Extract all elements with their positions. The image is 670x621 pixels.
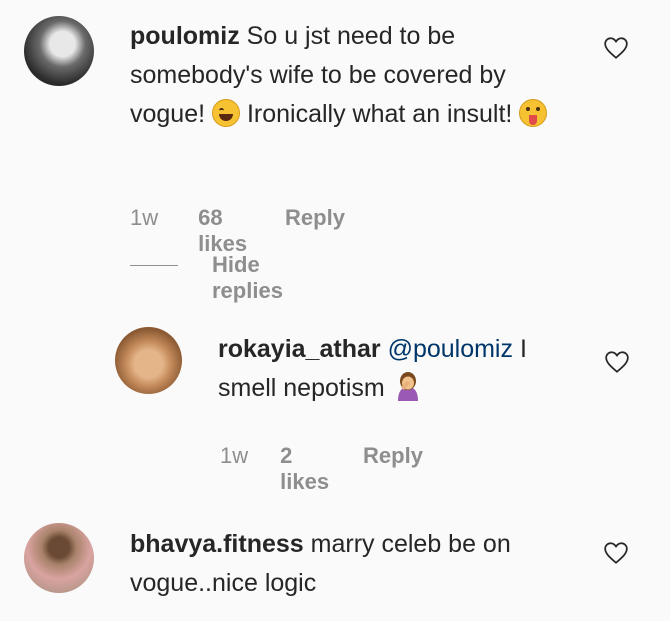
username-link[interactable]: bhavya.fitness: [130, 530, 304, 558]
comment-text: rokayia_athar @poulomiz I smell nepotism: [218, 335, 527, 402]
avatar[interactable]: [115, 327, 182, 394]
person-facepalming-emoji-icon: [392, 371, 424, 401]
heart-outline-icon[interactable]: [603, 36, 629, 60]
heart-outline-icon[interactable]: [604, 350, 630, 374]
likes-count[interactable]: 2 likes: [280, 443, 329, 495]
comment-text: poulomiz So u jst need to be somebody's …: [130, 17, 550, 134]
replies-divider: [130, 265, 178, 266]
timestamp[interactable]: 1w: [220, 443, 248, 495]
face-with-tongue-emoji-icon: [519, 99, 548, 127]
comment-meta: 1w 68 likes Reply: [130, 205, 345, 257]
reply-button[interactable]: Reply: [363, 443, 423, 495]
username-link[interactable]: poulomiz: [130, 22, 240, 50]
mention-link[interactable]: @poulomiz: [388, 335, 513, 363]
reply-button[interactable]: Reply: [285, 205, 345, 257]
avatar[interactable]: [24, 16, 94, 86]
username-link[interactable]: rokayia_athar: [218, 335, 381, 363]
comment-text: bhavya.fitness marry celeb be on vogue..…: [130, 530, 511, 597]
heart-outline-icon[interactable]: [603, 541, 629, 565]
hide-replies-button[interactable]: Hide replies: [212, 252, 283, 304]
timestamp[interactable]: 1w: [130, 205, 158, 257]
avatar[interactable]: [24, 523, 94, 593]
comment-meta: 1w 2 likes Reply: [220, 443, 423, 495]
likes-count[interactable]: 68 likes: [198, 205, 247, 257]
tears-of-joy-emoji-icon: [212, 99, 241, 127]
